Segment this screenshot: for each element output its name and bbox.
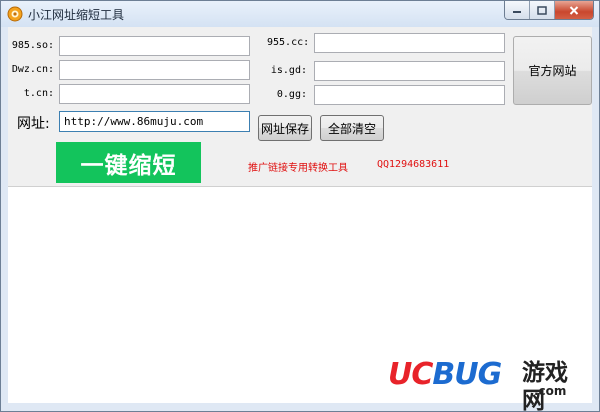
maximize-button[interactable]: [530, 1, 555, 19]
url-input[interactable]: [59, 111, 250, 132]
label-t-cn: t.cn:: [23, 88, 54, 99]
close-button[interactable]: [555, 1, 593, 19]
promo-text: 推广链接专用转换工具: [248, 163, 348, 174]
window-controls: [504, 1, 594, 20]
input-dwz-cn[interactable]: [59, 60, 250, 80]
official-site-button[interactable]: 官方网站: [513, 36, 592, 105]
watermark-logo: UCBUG: [388, 357, 502, 392]
title-bar[interactable]: 小江网址缩短工具: [1, 1, 599, 27]
label-955-cc: 955.cc:: [267, 37, 310, 48]
label-dwz-cn: Dwz.cn:: [11, 64, 54, 75]
window-title: 小江网址缩短工具: [28, 8, 125, 22]
form-panel: 985.so: Dwz.cn: t.cn: 955.cc: is.gd: 0.g…: [8, 27, 592, 187]
input-t-cn[interactable]: [59, 84, 250, 104]
input-is-gd[interactable]: [314, 61, 505, 81]
app-logo-icon: [7, 6, 23, 22]
ucbug-watermark: UCBUG 游戏网 .com: [388, 357, 588, 412]
label-is-gd: is.gd:: [270, 65, 307, 76]
output-area[interactable]: UCBUG 游戏网 .com: [8, 187, 592, 412]
shorten-button[interactable]: 一键缩短: [56, 142, 201, 183]
url-label: 网址:: [17, 116, 50, 132]
save-url-button[interactable]: 网址保存: [258, 115, 312, 141]
input-955-cc[interactable]: [314, 33, 505, 53]
watermark-domain: .com: [534, 384, 567, 398]
maximize-icon: [537, 5, 547, 15]
clear-all-button[interactable]: 全部清空: [320, 115, 384, 141]
qq-contact: QQ1294683611: [377, 159, 450, 170]
close-icon: [569, 5, 579, 15]
input-985-so[interactable]: [59, 36, 250, 56]
minimize-button[interactable]: [505, 1, 530, 19]
input-0-gg[interactable]: [314, 85, 505, 105]
label-985-so: 985.so:: [11, 40, 54, 51]
minimize-icon: [513, 11, 521, 13]
app-window: 小江网址缩短工具 985.so: Dwz.cn: t.cn: 955.cc: i…: [0, 0, 600, 412]
label-0-gg: 0.gg:: [276, 89, 307, 100]
